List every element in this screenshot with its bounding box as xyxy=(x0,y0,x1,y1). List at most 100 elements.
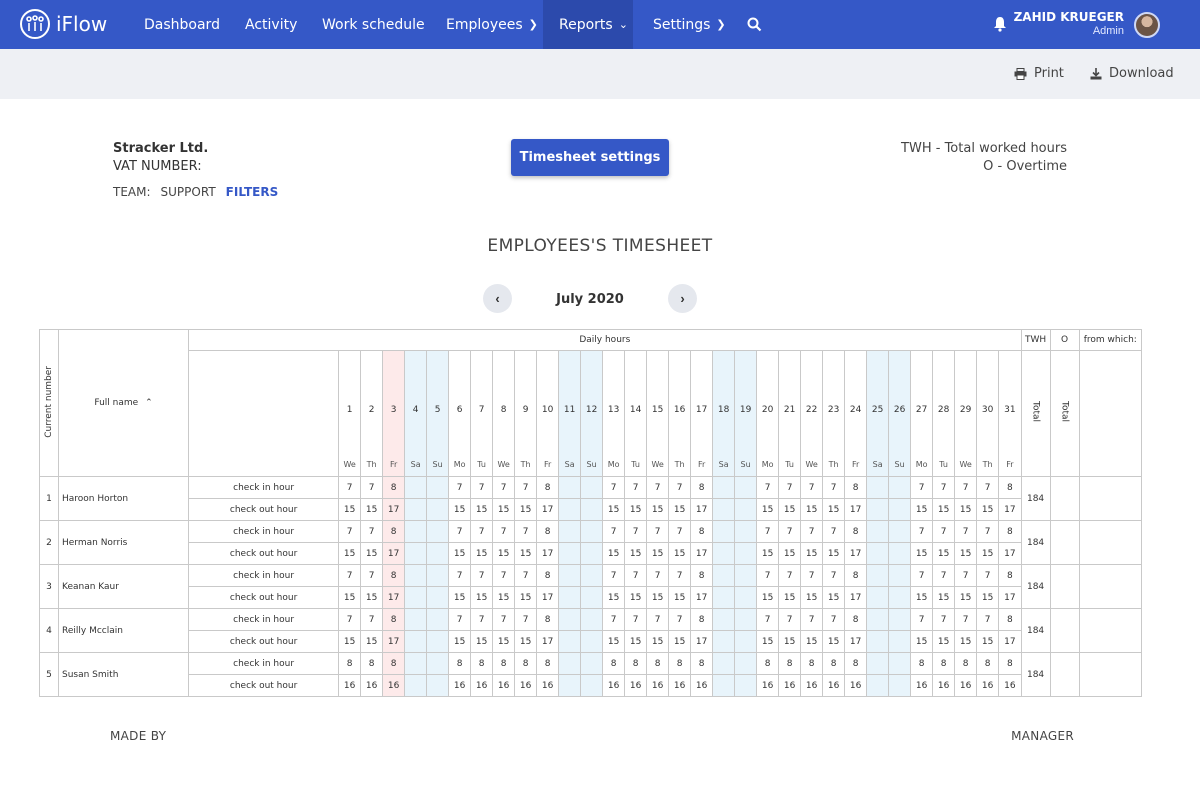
hour-cell[interactable]: 7 xyxy=(932,564,956,587)
employee-name[interactable]: Haroon Horton xyxy=(57,476,190,521)
hour-cell[interactable]: 8 xyxy=(844,476,868,499)
hour-cell[interactable]: 15 xyxy=(932,542,956,565)
hour-cell[interactable] xyxy=(404,476,428,499)
hour-cell[interactable]: 15 xyxy=(338,498,362,521)
hour-cell[interactable]: 7 xyxy=(470,476,494,499)
hour-cell[interactable]: 8 xyxy=(998,520,1022,543)
hour-cell[interactable] xyxy=(558,476,582,499)
hour-cell[interactable] xyxy=(558,498,582,521)
hour-cell[interactable]: 8 xyxy=(536,564,560,587)
hour-cell[interactable]: 15 xyxy=(954,630,978,653)
hour-cell[interactable] xyxy=(558,608,582,631)
hour-cell[interactable]: 7 xyxy=(360,608,384,631)
hour-cell[interactable]: 15 xyxy=(624,586,648,609)
hour-cell[interactable]: 7 xyxy=(822,476,846,499)
hour-cell[interactable]: 16 xyxy=(844,674,868,697)
hour-cell[interactable]: 7 xyxy=(954,608,978,631)
hour-cell[interactable]: 7 xyxy=(448,476,472,499)
hour-cell[interactable]: 8 xyxy=(756,652,780,675)
hour-cell[interactable]: 15 xyxy=(338,586,362,609)
hour-cell[interactable]: 7 xyxy=(514,520,538,543)
hour-cell[interactable] xyxy=(734,564,758,587)
hour-cell[interactable] xyxy=(712,542,736,565)
hour-cell[interactable]: 7 xyxy=(360,476,384,499)
hour-cell[interactable]: 17 xyxy=(690,630,714,653)
hour-cell[interactable]: 7 xyxy=(932,608,956,631)
hour-cell[interactable]: 17 xyxy=(844,630,868,653)
hour-cell[interactable]: 7 xyxy=(910,608,934,631)
hour-cell[interactable]: 16 xyxy=(954,674,978,697)
employee-name[interactable]: Herman Norris xyxy=(57,520,190,565)
hour-cell[interactable]: 8 xyxy=(448,652,472,675)
hour-cell[interactable]: 16 xyxy=(976,674,1000,697)
hour-cell[interactable]: 15 xyxy=(822,586,846,609)
hour-cell[interactable]: 7 xyxy=(492,564,516,587)
hour-cell[interactable]: 7 xyxy=(492,520,516,543)
hour-cell[interactable] xyxy=(866,630,890,653)
hour-cell[interactable] xyxy=(580,608,604,631)
hour-cell[interactable]: 17 xyxy=(382,630,406,653)
hour-cell[interactable]: 16 xyxy=(360,674,384,697)
hour-cell[interactable] xyxy=(888,586,912,609)
hour-cell[interactable]: 7 xyxy=(976,564,1000,587)
hour-cell[interactable] xyxy=(866,520,890,543)
hour-cell[interactable]: 15 xyxy=(932,630,956,653)
hour-cell[interactable]: 8 xyxy=(954,652,978,675)
hour-cell[interactable]: 7 xyxy=(360,520,384,543)
nav-employees[interactable]: Employees ❯ xyxy=(446,0,538,49)
hour-cell[interactable]: 8 xyxy=(536,608,560,631)
hour-cell[interactable]: 7 xyxy=(910,564,934,587)
hour-cell[interactable]: 7 xyxy=(624,608,648,631)
nav-work-schedule[interactable]: Work schedule xyxy=(322,0,425,49)
hour-cell[interactable]: 7 xyxy=(778,608,802,631)
hour-cell[interactable]: 8 xyxy=(976,652,1000,675)
hour-cell[interactable]: 7 xyxy=(624,476,648,499)
hour-cell[interactable]: 7 xyxy=(756,476,780,499)
hour-cell[interactable] xyxy=(404,542,428,565)
nav-settings[interactable]: Settings ❯ xyxy=(653,0,726,49)
employee-name[interactable]: Reilly Mcclain xyxy=(57,608,190,653)
hour-cell[interactable]: 15 xyxy=(448,586,472,609)
hour-cell[interactable] xyxy=(426,520,450,543)
hour-cell[interactable] xyxy=(712,564,736,587)
hour-cell[interactable]: 8 xyxy=(382,564,406,587)
hour-cell[interactable]: 7 xyxy=(668,608,692,631)
hour-cell[interactable]: 7 xyxy=(602,564,626,587)
hour-cell[interactable]: 8 xyxy=(690,520,714,543)
hour-cell[interactable]: 7 xyxy=(976,608,1000,631)
hour-cell[interactable]: 15 xyxy=(602,586,626,609)
hour-cell[interactable] xyxy=(404,498,428,521)
hour-cell[interactable]: 15 xyxy=(624,542,648,565)
hour-cell[interactable]: 15 xyxy=(360,498,384,521)
hour-cell[interactable]: 7 xyxy=(800,608,824,631)
hour-cell[interactable]: 7 xyxy=(756,564,780,587)
hour-cell[interactable]: 7 xyxy=(514,608,538,631)
hour-cell[interactable]: 7 xyxy=(448,608,472,631)
print-button[interactable]: Print xyxy=(1014,66,1064,81)
hour-cell[interactable]: 16 xyxy=(932,674,956,697)
hour-cell[interactable]: 7 xyxy=(646,564,670,587)
hour-cell[interactable]: 8 xyxy=(690,476,714,499)
hour-cell[interactable]: 8 xyxy=(844,564,868,587)
hour-cell[interactable] xyxy=(888,608,912,631)
hour-cell[interactable] xyxy=(888,564,912,587)
hour-cell[interactable]: 7 xyxy=(448,520,472,543)
hour-cell[interactable]: 8 xyxy=(360,652,384,675)
hour-cell[interactable]: 8 xyxy=(932,652,956,675)
hour-cell[interactable]: 16 xyxy=(778,674,802,697)
hour-cell[interactable]: 17 xyxy=(844,586,868,609)
hour-cell[interactable] xyxy=(866,564,890,587)
hour-cell[interactable]: 16 xyxy=(998,674,1022,697)
hour-cell[interactable] xyxy=(426,608,450,631)
hour-cell[interactable]: 16 xyxy=(470,674,494,697)
hour-cell[interactable]: 8 xyxy=(646,652,670,675)
filters-link[interactable]: FILTERS xyxy=(226,185,279,199)
hour-cell[interactable]: 8 xyxy=(998,564,1022,587)
hour-cell[interactable]: 7 xyxy=(646,608,670,631)
hour-cell[interactable]: 15 xyxy=(470,586,494,609)
hour-cell[interactable]: 15 xyxy=(822,542,846,565)
hour-cell[interactable] xyxy=(888,520,912,543)
hour-cell[interactable] xyxy=(712,520,736,543)
hour-cell[interactable] xyxy=(866,542,890,565)
hour-cell[interactable]: 17 xyxy=(690,586,714,609)
